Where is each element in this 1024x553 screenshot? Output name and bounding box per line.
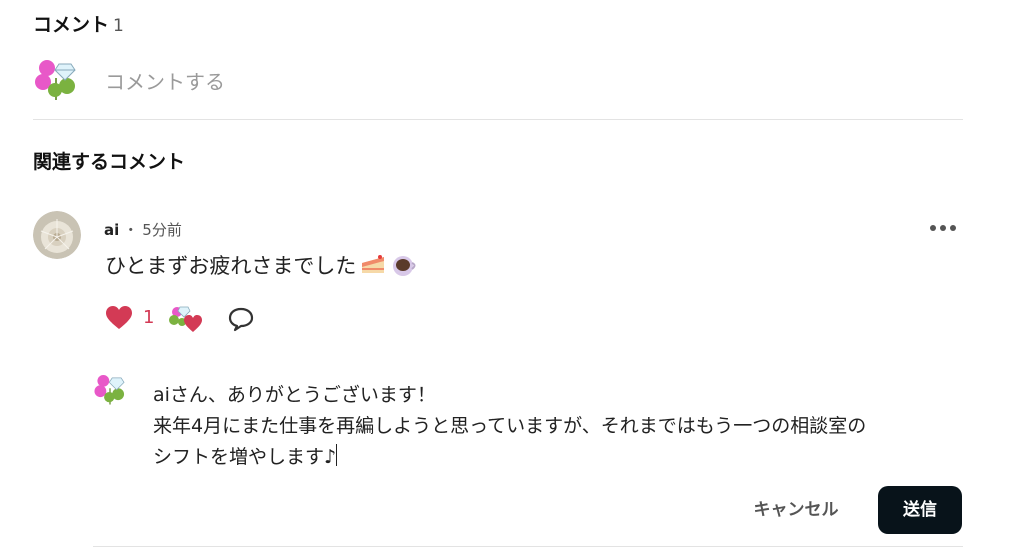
coffee-cup-icon (393, 256, 416, 276)
heart-icon[interactable] (105, 305, 133, 331)
dandelion-photo-icon (33, 211, 81, 259)
comments-count: 1 (113, 16, 124, 36)
comments-title: コメント (33, 14, 110, 36)
divider (93, 546, 963, 547)
comment-input[interactable]: コメントする (105, 66, 225, 95)
meta-separator: ・ (123, 221, 139, 239)
comments-page: コメント 1 コメントする 関連するコメント ai ・ 5分前 ひとまずお疲れさ… (0, 0, 1024, 553)
compose-row[interactable]: コメントする (33, 56, 963, 106)
comment-meta: ai ・ 5分前 (104, 219, 182, 240)
clover-diamond-icon (94, 374, 125, 405)
related-comments-title: 関連するコメント (33, 151, 186, 173)
comment-text: ひとまずお疲れさまでした (105, 254, 357, 278)
divider (33, 119, 963, 120)
comment-body: ひとまずお疲れさまでした (105, 250, 418, 280)
like-count: 1 (143, 307, 155, 328)
creator-liked-icon (169, 306, 202, 332)
comment-author[interactable]: ai (104, 221, 119, 239)
send-button[interactable]: 送信 (878, 486, 962, 534)
reply-input[interactable]: aiさん、ありがとうございます！ 来年4月にまた仕事を再編しようと思っていますが… (153, 380, 953, 473)
cake-icon (362, 255, 385, 273)
more-dots-icon (930, 225, 956, 231)
comment-time: 5分前 (142, 221, 182, 239)
clover-diamond-icon (35, 60, 76, 100)
comments-header: コメント 1 (33, 10, 124, 37)
cancel-button[interactable]: キャンセル (740, 490, 852, 530)
reply-text: aiさん、ありがとうございます！ 来年4月にまた仕事を再編しようと思っていますが… (153, 384, 867, 468)
more-options-button[interactable] (928, 218, 958, 238)
speech-bubble-icon[interactable] (227, 306, 255, 332)
text-caret (336, 444, 338, 466)
avatar[interactable] (33, 211, 81, 259)
